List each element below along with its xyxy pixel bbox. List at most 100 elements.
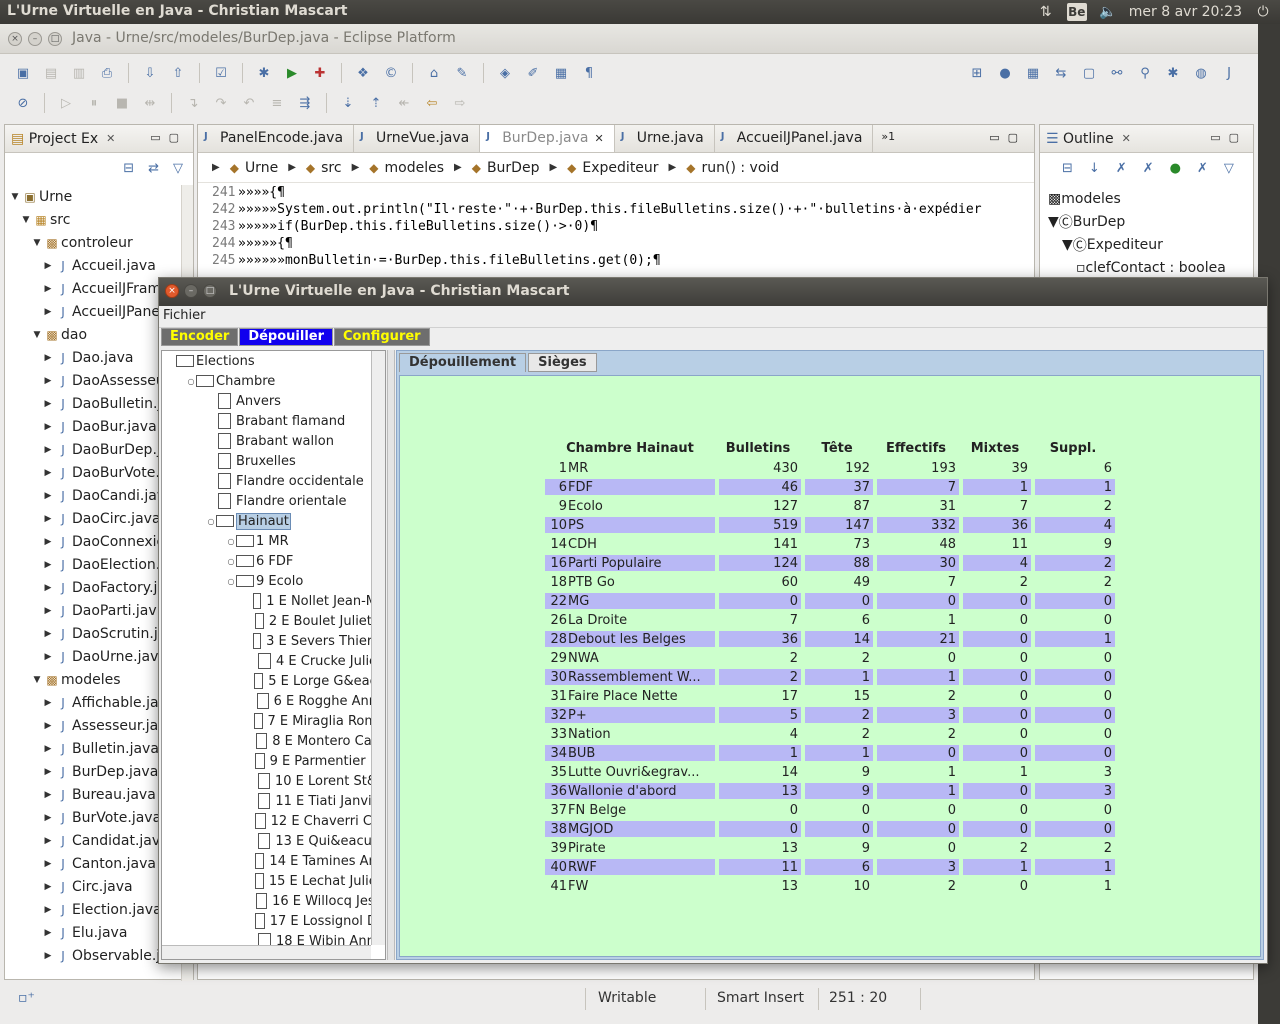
- tree-item[interactable]: ▶ J DaoParti.jav: [5, 599, 183, 622]
- tree-node[interactable]: 8 E Montero Cath: [162, 731, 385, 751]
- breadcrumb-item[interactable]: Expediteur: [582, 160, 658, 176]
- toggle-mark-icon[interactable]: ◈: [494, 62, 516, 84]
- tree-item[interactable]: ▶ J DaoBurVote.: [5, 461, 183, 484]
- breadcrumb-item[interactable]: modeles: [385, 160, 445, 176]
- tree-item[interactable]: ▶ J DaoScrutin.ja: [5, 622, 183, 645]
- tree-node[interactable]: 2 E Boulet Juliette: [162, 611, 385, 631]
- tree-node[interactable]: Brabant flamand: [162, 411, 385, 431]
- eclipse-maximize-button[interactable]: □: [48, 32, 62, 46]
- save-icon[interactable]: ▤: [40, 62, 62, 84]
- hide-static-icon[interactable]: ✗: [1143, 161, 1154, 176]
- export-icon[interactable]: ⇧: [167, 62, 189, 84]
- tree-item[interactable]: ▶ J Canton.java: [5, 852, 183, 875]
- tree-node[interactable]: 3 E Severs Thierry: [162, 631, 385, 651]
- table-row[interactable]: 26 La Droite 7 6 1 0 0: [545, 612, 1115, 628]
- tree-item[interactable]: ▶ J DaoBulletin.j: [5, 392, 183, 415]
- close-icon[interactable]: ✕: [106, 132, 115, 145]
- tree-horizontal-scrollbar[interactable]: [162, 945, 371, 959]
- code-line[interactable]: 245 »»»»»»monBulletin·=·BurDep.this.fileB…: [198, 253, 1024, 270]
- tree-item[interactable]: ▶ J DaoCirc.java: [5, 507, 183, 530]
- tree-node[interactable]: Flandre occidentale: [162, 471, 385, 491]
- tree-node[interactable]: Elections: [162, 351, 385, 371]
- tree-item[interactable]: ▶ J DaoConnexic: [5, 530, 183, 553]
- tree-node[interactable]: 5 E Lorge G&eacu: [162, 671, 385, 691]
- tree-item[interactable]: ▶ J Election.java: [5, 898, 183, 921]
- editor-tab[interactable]: PanelEncode.java: [198, 125, 355, 152]
- tree-node[interactable]: 11 E Tiati Janvier: [162, 791, 385, 811]
- collapsed-arrow-icon[interactable]: ▶: [42, 859, 54, 869]
- collapsed-arrow-icon[interactable]: ▶: [42, 445, 54, 455]
- table-row[interactable]: 14 CDH 141 73 48 11 9: [545, 536, 1115, 552]
- prev-annotation-icon[interactable]: ⇡: [365, 92, 387, 114]
- code-line[interactable]: 244 »»»»»{¶: [198, 236, 1024, 253]
- terminate-icon[interactable]: ■: [111, 92, 133, 114]
- perspective-debug-icon[interactable]: ✱: [1162, 62, 1184, 84]
- table-row[interactable]: 41 FW 13 10 2 0 1: [545, 878, 1115, 894]
- breadcrumb-item[interactable]: BurDep: [487, 160, 540, 176]
- collapsed-arrow-icon[interactable]: ▶: [42, 928, 54, 938]
- tree-node[interactable]: 15 E Lechat Julien: [162, 871, 385, 891]
- tree-item[interactable]: ▶ J AccueilJFram: [5, 277, 183, 300]
- tree-item[interactable]: ▶ J DaoBurDep.j: [5, 438, 183, 461]
- open-type-icon[interactable]: ⌂: [423, 62, 445, 84]
- tree-node[interactable]: 13 E Qui&eacute: [162, 831, 385, 851]
- collapse-all-icon[interactable]: ⊟: [1062, 161, 1073, 176]
- tree-vertical-scrollbar[interactable]: [371, 351, 385, 945]
- editor-tab[interactable]: AccueilJPanel.java: [715, 125, 874, 152]
- tree-item[interactable]: ▼ ▩ dao: [5, 323, 183, 346]
- tree-node[interactable]: 16 E Willocq Jessi: [162, 891, 385, 911]
- inner-tab[interactable]: Dépouillement: [399, 353, 527, 372]
- skip-breakpoints-icon[interactable]: ⊘: [12, 92, 34, 114]
- collapsed-arrow-icon[interactable]: ▶: [42, 353, 54, 363]
- table-row[interactable]: 39 Pirate 13 9 0 2 2: [545, 840, 1115, 856]
- table-row[interactable]: 6 FDF 46 37 7 1 1: [545, 479, 1115, 495]
- tree-node[interactable]: 1 E Nollet Jean-Ma: [162, 591, 385, 611]
- close-icon[interactable]: ✕: [594, 132, 603, 145]
- collapse-all-icon[interactable]: ⊟: [123, 161, 134, 176]
- expanded-arrow-icon[interactable]: ▼: [9, 192, 21, 202]
- table-row[interactable]: 34 BUB 1 1 0 0 0: [545, 745, 1115, 761]
- collapsed-arrow-icon[interactable]: ▶: [42, 514, 54, 524]
- expanded-arrow-icon[interactable]: ▼: [31, 330, 43, 340]
- perspective-table-icon[interactable]: ▦: [1022, 62, 1044, 84]
- network-icon[interactable]: ⇅: [1037, 3, 1055, 21]
- last-edit-icon[interactable]: ↞: [393, 92, 415, 114]
- collapsed-arrow-icon[interactable]: ▶: [42, 560, 54, 570]
- collapsed-arrow-icon[interactable]: ▶: [42, 468, 54, 478]
- swing-close-button[interactable]: ×: [165, 284, 179, 298]
- tab-configurer[interactable]: Configurer: [334, 328, 430, 346]
- collapsed-arrow-icon[interactable]: ▶: [42, 284, 54, 294]
- tree-item[interactable]: ▶ J Bureau.java: [5, 783, 183, 806]
- keyboard-layout-indicator[interactable]: Be: [1066, 3, 1087, 21]
- save-all-icon[interactable]: ▥: [68, 62, 90, 84]
- tree-node[interactable]: ○ 9 Ecolo: [162, 571, 385, 591]
- code-area[interactable]: 241 »»»»{¶ 242 »»»»»System.out.println("Il·…: [198, 185, 1024, 270]
- open-perspective-icon[interactable]: ⊞: [966, 62, 988, 84]
- collapsed-arrow-icon[interactable]: ▶: [42, 813, 54, 823]
- collapsed-arrow-icon[interactable]: ▶: [42, 399, 54, 409]
- tree-item[interactable]: ▶ J Affichable.ja: [5, 691, 183, 714]
- editor-tab[interactable]: UrneVue.java: [354, 125, 481, 152]
- tree-node[interactable]: 6 E Rogghe Anne: [162, 691, 385, 711]
- hide-nonpublic-icon[interactable]: ●: [1170, 161, 1181, 176]
- tree-node[interactable]: 10 E Lorent St&e: [162, 771, 385, 791]
- print-icon[interactable]: ⎙: [96, 62, 118, 84]
- tree-node[interactable]: Bruxelles: [162, 451, 385, 471]
- step-into-icon[interactable]: ↴: [182, 92, 204, 114]
- collapsed-arrow-icon[interactable]: ▶: [42, 790, 54, 800]
- tree-node[interactable]: Flandre orientale: [162, 491, 385, 511]
- table-row[interactable]: 31 Faire Place Nette 17 15 2 0 0: [545, 688, 1115, 704]
- external-tools-icon[interactable]: ✚: [309, 62, 331, 84]
- expanded-arrow-icon[interactable]: ▼: [31, 675, 43, 685]
- volume-icon[interactable]: 🔈: [1099, 3, 1117, 21]
- perspective-folder-icon[interactable]: ▢: [1078, 62, 1100, 84]
- table-row[interactable]: 40 RWF 11 6 3 1 1: [545, 859, 1115, 875]
- code-line[interactable]: 241 »»»»{¶: [198, 185, 1024, 202]
- perspective-java-icon[interactable]: J: [1218, 62, 1240, 84]
- tree-item[interactable]: ▶ J DaoAssesseu: [5, 369, 183, 392]
- suspend-icon[interactable]: ⏸: [83, 92, 105, 114]
- outline-item[interactable]: ▼ Ⓒ BurDep: [1040, 210, 1253, 233]
- tree-item[interactable]: ▶ J DaoUrne.java: [5, 645, 183, 668]
- expanded-arrow-icon[interactable]: ▼: [1062, 237, 1073, 253]
- eclipse-close-button[interactable]: ×: [8, 32, 22, 46]
